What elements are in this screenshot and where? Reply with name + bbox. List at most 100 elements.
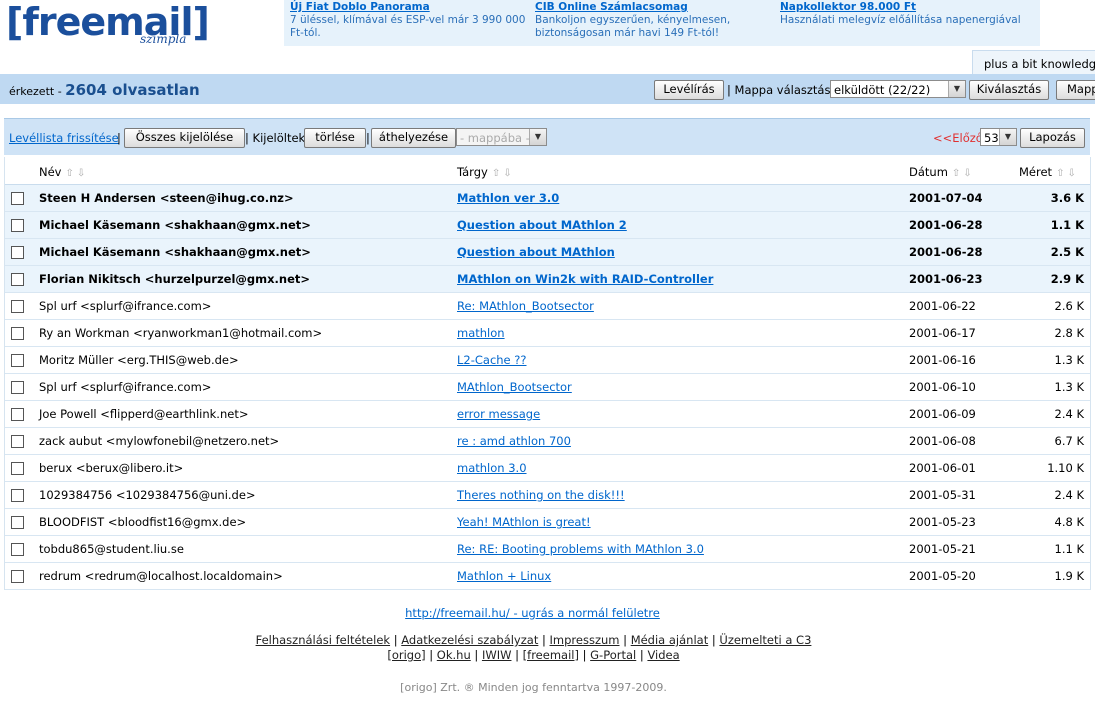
table-row[interactable]: berux <berux@libero.it> mathlon 3.0 2001-0… [5,455,1090,482]
footer-link-gportal[interactable]: G-Portal [590,648,636,662]
row-checkbox[interactable] [11,435,24,448]
move-button[interactable]: áthelyezése [371,128,456,148]
size: 2.4 K [1054,407,1085,421]
row-checkbox[interactable] [11,381,24,394]
date: 2001-06-17 [909,326,976,340]
footer-link-operator[interactable]: Üzemelteti a C3 [719,633,811,647]
subject-link[interactable]: Theres nothing on the disk!!! [457,488,625,502]
table-row[interactable]: Spl urf <splurf@ifrance.com> Re: MAthlon_… [5,293,1090,320]
row-checkbox[interactable] [11,489,24,502]
table-row[interactable]: Michael Käsemann <shakhaan@gmx.net> Quest… [5,212,1090,239]
select-all-button[interactable]: Összes kijelölése [124,128,245,148]
subject-link[interactable]: Mathlon ver 3.0 [457,191,559,205]
subject-link[interactable]: re : amd athlon 700 [457,434,571,448]
subject-link[interactable]: error message [457,407,540,421]
col-subject[interactable]: Tárgy ⇧⇩ [457,165,515,179]
list-toolbar: Levéllista frissítése | Összes kijelölés… [4,118,1090,155]
footer-link-freemail[interactable]: [freemail] [523,648,579,662]
logo-subtitle: szimpla [140,32,187,46]
chevron-down-icon[interactable]: ▼ [948,81,965,97]
date: 2001-05-23 [909,515,976,529]
footer-link-impresszum[interactable]: Impresszum [550,633,620,647]
row-checkbox[interactable] [11,543,24,556]
subject-link[interactable]: mathlon [457,326,505,340]
row-checkbox[interactable] [11,219,24,232]
move-target-select[interactable]: - mappába - ▼ [456,128,547,146]
ad-napkollektor[interactable]: Napkollektor 98.000 Ft Használati melegv… [780,1,1030,27]
subject-link[interactable]: mathlon 3.0 [457,461,527,475]
row-checkbox[interactable] [11,408,24,421]
size: 2.4 K [1054,488,1085,502]
table-row[interactable]: Joe Powell <flipperd@earthlink.net> error… [5,401,1090,428]
subject-link[interactable]: Question about MAthlon 2 [457,218,627,232]
select-folder-button[interactable]: Kiválasztás [969,80,1049,100]
table-row[interactable]: 1029384756 <1029384756@uni.de> Theres not… [5,482,1090,509]
sender: Spl urf <splurf@ifrance.com> [39,380,212,394]
row-checkbox[interactable] [11,516,24,529]
row-checkbox[interactable] [11,192,24,205]
chevron-down-icon[interactable]: ▼ [999,129,1016,145]
col-size[interactable]: Méret ⇧⇩ [1019,165,1079,179]
table-row[interactable]: zack aubut <mylowfonebil@netzero.net> re … [5,428,1090,455]
footer-link-iwiw[interactable]: IWIW [482,648,512,662]
compose-button[interactable]: Levélírás [654,80,724,100]
col-name[interactable]: Név ⇧⇩ [39,165,88,179]
table-row[interactable]: redrum <redrum@localhost.localdomain> Mat… [5,563,1090,590]
folders-button[interactable]: Mappák [1056,80,1095,100]
row-checkbox[interactable] [11,570,24,583]
row-checkbox[interactable] [11,273,24,286]
row-checkbox[interactable] [11,354,24,367]
sort-arrows-icon[interactable]: ⇧⇩ [65,168,88,179]
subject-link[interactable]: Re: RE: Booting problems with MAthlon 3.… [457,542,704,556]
table-row[interactable]: Michael Käsemann <shakhaan@gmx.net> Quest… [5,239,1090,266]
normal-interface-link[interactable]: http://freemail.hu/ - ugrás a normál fel… [405,606,660,620]
freemail-logo[interactable]: [freemail] szimpla [6,2,210,54]
table-row[interactable]: Ry an Workman <ryanworkman1@hotmail.com>… [5,320,1090,347]
sort-arrows-icon[interactable]: ⇧⇩ [492,168,515,179]
row-checkbox[interactable] [11,327,24,340]
copyright: [origo] Zrt. ® Minden jog fenntartva 199… [400,681,667,694]
paging-button[interactable]: Lapozás [1020,128,1085,148]
prev-page-link[interactable]: <<Előző [933,131,983,145]
table-row[interactable]: Moritz Müller <erg.THIS@web.de> L2-Cache … [5,347,1090,374]
separator: | [711,633,716,647]
table-row[interactable]: tobdu865@student.liu.se Re: RE: Booting p… [5,536,1090,563]
table-row[interactable]: BLOODFIST <bloodfist16@gmx.de> Yeah! MAth… [5,509,1090,536]
footer-link-origo[interactable]: [origo] [387,648,425,662]
footer-link-terms[interactable]: Felhasználási feltételek [256,633,390,647]
chevron-down-icon[interactable]: ▼ [529,129,546,145]
size: 3.6 K [1050,191,1084,205]
delete-button[interactable]: törlése [304,128,366,148]
folder-select-label: | Mappa választás: [727,83,835,97]
col-date[interactable]: Dátum ⇧⇩ [909,165,975,179]
separator: | [542,633,546,647]
folder-select[interactable]: elküldött (22/22) ▼ [830,80,966,98]
ad-fiat[interactable]: Új Fiat Doblo Panorama 7 üléssel, klímáv… [290,1,526,40]
sort-arrows-icon[interactable]: ⇧⇩ [952,168,975,179]
table-row[interactable]: Steen H Andersen <steen@ihug.co.nz> Mathl… [5,185,1090,212]
table-row[interactable]: Spl urf <splurf@ifrance.com> MAthlon_Boot… [5,374,1090,401]
row-checkbox[interactable] [11,246,24,259]
footer-link-privacy[interactable]: Adatkezelési szabályzat [401,633,538,647]
subject-link[interactable]: Question about MAthlon [457,245,615,259]
row-checkbox[interactable] [11,462,24,475]
subject-link[interactable]: Re: MAthlon_Bootsector [457,299,594,313]
footer-link-okhu[interactable]: Ok.hu [437,648,471,662]
page-select[interactable]: 53 ▼ [980,128,1017,146]
ad-cib[interactable]: CIB Online Számlacsomag Bankoljon egysze… [535,1,765,40]
subject-link[interactable]: MAthlon_Bootsector [457,380,572,394]
row-checkbox[interactable] [11,300,24,313]
subject-link[interactable]: Yeah! MAthlon is great! [457,515,591,529]
footer-home: http://freemail.hu/ - ugrás a normál fel… [0,606,1080,620]
footer-link-media[interactable]: Média ajánlat [631,633,709,647]
subject-link[interactable]: L2-Cache ?? [457,353,527,367]
subject-link[interactable]: MAthlon on Win2k with RAID-Controller [457,272,713,286]
separator: | [639,648,644,662]
subject-link[interactable]: Mathlon + Linux [457,569,551,583]
table-row[interactable]: Florian Nikitsch <hurzelpurzel@gmx.net> M… [5,266,1090,293]
refresh-list-link[interactable]: Levéllista frissítése [9,131,119,145]
sort-arrows-icon[interactable]: ⇧⇩ [1056,168,1079,179]
footer-link-videa[interactable]: Videa [647,648,679,662]
separator: | [117,131,121,145]
size: 1.3 K [1054,353,1085,367]
